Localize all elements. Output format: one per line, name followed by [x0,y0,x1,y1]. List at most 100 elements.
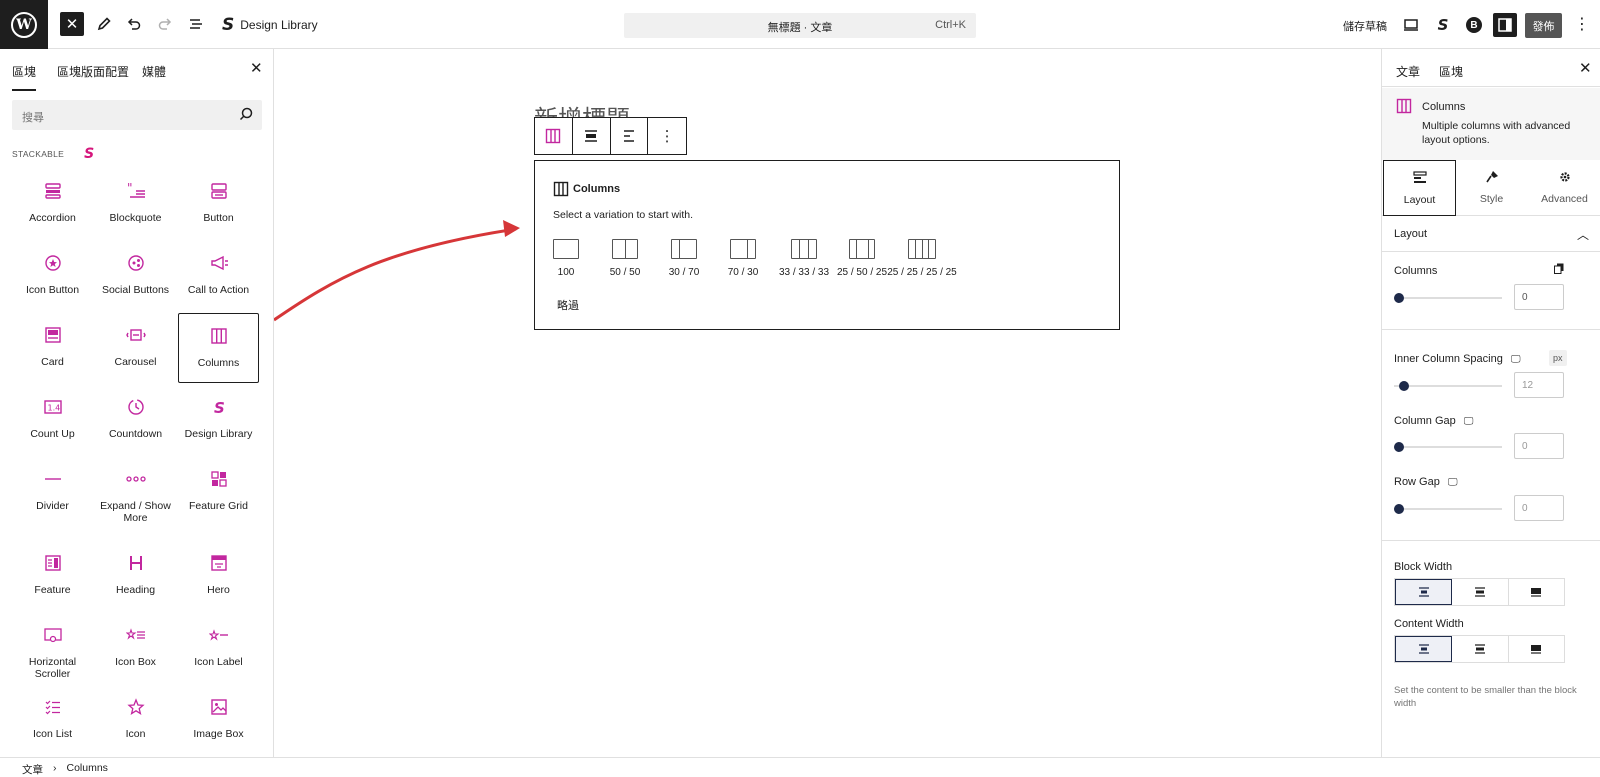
placeholder-instructions: Select a variation to start with. [553,209,694,221]
inner-spacing-slider[interactable] [1394,381,1502,391]
block-item-social-buttons[interactable]: Social Buttons [95,241,176,311]
tab-advanced[interactable]: Advanced [1528,160,1600,216]
breadcrumb-item-post[interactable]: 文章 [22,762,43,777]
settings-sidebar-toggle[interactable] [1493,13,1517,37]
row-gap-slider[interactable] [1394,504,1502,514]
slider-handle[interactable] [1394,504,1404,514]
width-option-full[interactable] [1509,636,1564,662]
block-item-button[interactable]: Button [178,169,259,239]
tab-blocks[interactable]: 區塊 [12,63,37,91]
block-search-input[interactable]: 搜尋 [12,100,262,130]
block-item-icon-label[interactable]: Icon Label [178,613,259,683]
unit-selector[interactable]: px [1549,350,1567,366]
redo-button[interactable] [153,12,177,36]
design-library-button[interactable]: S Design Library [222,15,318,35]
block-item-image-box[interactable]: Image Box [178,685,259,755]
width-option-wide[interactable] [1452,579,1509,605]
desktop-icon[interactable]: 🖵 [1511,354,1521,365]
block-align-button[interactable] [573,118,611,154]
block-item-divider[interactable]: Divider [12,457,93,527]
skip-button[interactable]: 略過 [557,297,579,313]
undo-button[interactable] [122,12,146,36]
row-gap-input[interactable]: 0 [1514,495,1564,521]
command-palette-bar[interactable]: 無標題 · 文章 Ctrl+K [624,13,976,38]
copy-icon[interactable] [1554,263,1564,274]
inner-spacing-input[interactable]: 12 [1514,372,1564,398]
block-item-icon-button[interactable]: Icon Button [12,241,93,311]
block-item-countdown[interactable]: Countdown [95,385,176,455]
block-item-heading[interactable]: Heading [95,541,176,611]
slider-handle[interactable] [1394,442,1404,452]
block-item-expand-show-more[interactable]: Expand / Show More [95,457,176,527]
stackable-settings-button[interactable]: S [1431,13,1455,37]
close-inserter-button[interactable]: ✕ [60,12,84,36]
column-gap-slider[interactable] [1394,442,1502,452]
block-options-button[interactable]: ⋮ [648,118,686,154]
block-item-hero[interactable]: Hero [178,541,259,611]
desktop-icon[interactable]: 🖵 [1448,477,1458,488]
variation-option[interactable]: 30 / 70 [667,239,701,278]
width-option-wide[interactable] [1452,636,1509,662]
wordpress-logo-button[interactable]: W [0,0,48,49]
columns-control-label: Columns [1394,265,1437,277]
block-item-count-up[interactable]: 1.4 Count Up [12,385,93,455]
block-item-blockquote[interactable]: " Blockquote [95,169,176,239]
block-item-feature-grid[interactable]: Feature Grid [178,457,259,527]
columns-slider[interactable] [1394,293,1502,303]
block-item-icon[interactable]: Icon [95,685,176,755]
block-type-button[interactable] [535,118,573,154]
variation-option[interactable]: 70 / 30 [726,239,760,278]
tab-block[interactable]: 區塊 [1426,63,1476,92]
variation-option[interactable]: 50 / 50 [608,239,642,278]
block-item-card[interactable]: Card [12,313,93,383]
tab-layout[interactable]: Layout [1383,160,1456,216]
tools-button[interactable] [92,12,116,36]
layout-panel-header[interactable]: Layout ︿ [1382,216,1600,252]
block-card: Columns Multiple columns with advanced l… [1382,88,1600,160]
breadcrumb-item-columns[interactable]: Columns [67,762,108,777]
block-item-carousel[interactable]: Carousel [95,313,176,383]
block-item-accordion[interactable]: Accordion [12,169,93,239]
column-gap-input[interactable]: 0 [1514,433,1564,459]
tab-post[interactable]: 文章 [1396,63,1420,80]
block-item-label: Feature Grid [189,500,248,512]
width-option-full[interactable] [1509,579,1564,605]
preview-button[interactable] [1399,13,1423,37]
document-title: 無標題 · 文章 [767,22,833,34]
desktop-icon[interactable]: 🖵 [1464,416,1474,427]
publish-button[interactable]: 發佈 [1525,13,1562,38]
options-menu-icon[interactable]: ⋮ [1574,14,1590,34]
block-item-icon-box[interactable]: Icon Box [95,613,176,683]
variation-option[interactable]: 25 / 50 / 25 [836,239,888,278]
document-overview-button[interactable] [184,12,208,36]
block-item-call-to-action[interactable]: Call to Action [178,241,259,311]
save-draft-button[interactable]: 儲存草稿 [1343,18,1387,34]
block-item-icon-list[interactable]: Icon List [12,685,93,755]
block-item-label: Design Library [184,428,253,440]
block-item-horizontal-scroller[interactable]: Horizontal Scroller [12,613,93,683]
tab-media[interactable]: 媒體 [142,63,166,80]
icon-label-icon [178,625,259,645]
plugin-b-button[interactable]: B [1462,13,1486,37]
tab-style[interactable]: Style [1455,160,1528,216]
block-item-columns[interactable]: Columns [178,313,259,383]
content-align-button[interactable] [611,118,649,154]
block-item-design-library[interactable]: S Design Library [178,385,259,455]
close-icon[interactable]: ✕ [1579,59,1592,77]
block-breadcrumb-bar: 文章 › Columns [0,757,1600,777]
social-buttons-icon [95,253,176,273]
variation-option[interactable]: 100 [549,239,583,278]
variation-option[interactable]: 33 / 33 / 33 [778,239,830,278]
columns-layout-icon [791,239,817,259]
block-item-label: Card [41,356,64,368]
width-option-content[interactable] [1395,579,1453,605]
variation-option[interactable]: 25 / 25 / 25 / 25 [887,239,957,278]
align-center-icon [1418,587,1429,597]
block-item-feature[interactable]: Feature [12,541,93,611]
tab-patterns[interactable]: 區塊版面配置 [57,63,129,80]
width-option-content[interactable] [1395,636,1453,662]
slider-handle[interactable] [1399,381,1409,391]
slider-handle[interactable] [1394,293,1404,303]
columns-input[interactable]: 0 [1514,284,1564,310]
close-icon[interactable]: ✕ [250,59,263,77]
